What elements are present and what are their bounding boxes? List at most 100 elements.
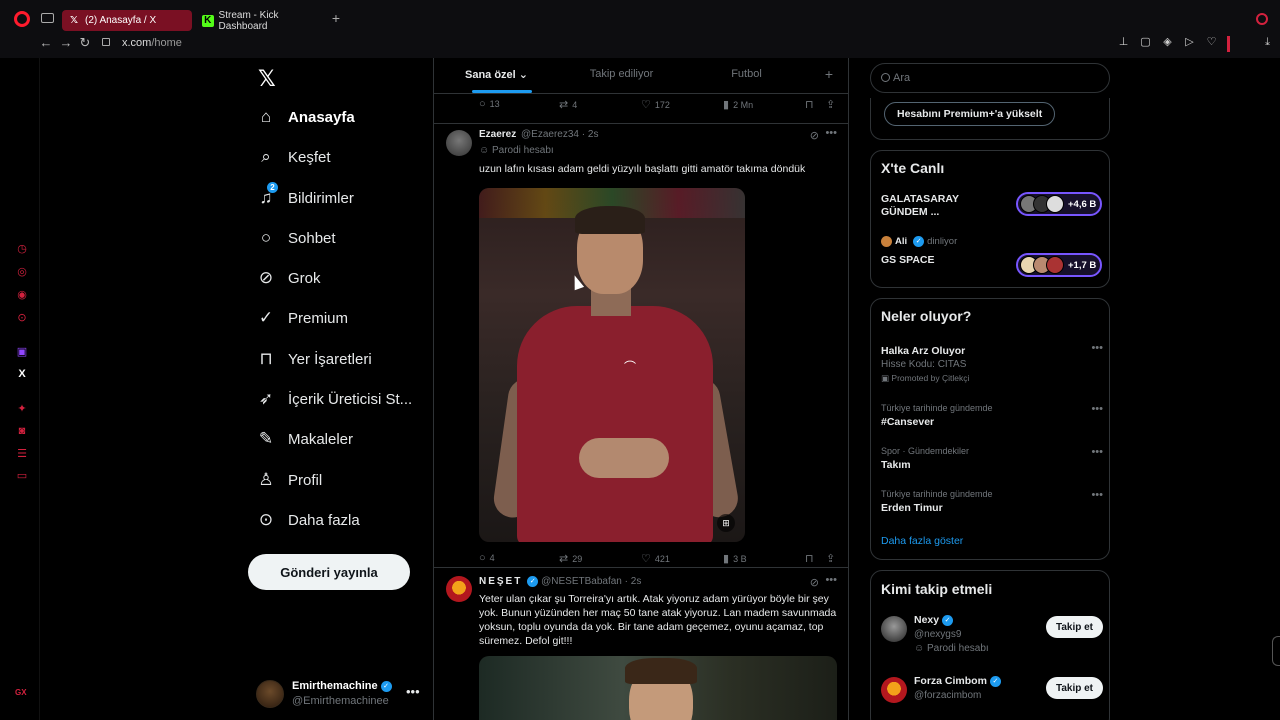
views-button[interactable]: ▮ 3 B xyxy=(723,552,747,565)
tweet-time[interactable]: 2s xyxy=(588,129,599,140)
reply-button[interactable]: ○ 13 xyxy=(479,98,500,110)
trend-item[interactable]: Türkiye tarihinde gündemde #Cansever ••• xyxy=(881,403,1103,428)
add-tab-plus-icon[interactable]: + xyxy=(809,58,848,93)
space-listeners-pill[interactable]: +1,7 B xyxy=(1016,253,1102,277)
url-field[interactable]: x.com/home xyxy=(122,37,182,49)
post-button[interactable]: Gönderi yayınla xyxy=(248,554,410,590)
more-dots-icon[interactable]: ••• xyxy=(1091,403,1103,415)
messenger-icon[interactable]: ◎ xyxy=(16,266,28,278)
like-button[interactable]: ♡ 421 xyxy=(641,552,670,565)
avatar[interactable] xyxy=(881,677,907,703)
tweet-author-name[interactable]: NEŞET xyxy=(479,576,522,587)
pin-icon[interactable]: ⊥ xyxy=(1117,36,1130,49)
trend-item[interactable]: Halka Arz Oluyor Hisse Kodu: CITAS ▣ Pro… xyxy=(881,342,1103,384)
nav-item-articles[interactable]: ✎ Makaleler xyxy=(256,424,353,454)
new-tab-plus-icon[interactable]: + xyxy=(329,11,343,25)
tweet[interactable]: NEŞET ✓ @NESETBabafan · 2s ⊘ ••• Yeter ul… xyxy=(434,568,848,720)
repost-button[interactable]: ⇄ 4 xyxy=(559,98,577,111)
download-icon[interactable]: ⤓ xyxy=(1261,36,1274,49)
timer-icon[interactable]: ◷ xyxy=(16,243,28,255)
player-icon[interactable]: ✦ xyxy=(16,403,28,415)
more-dots-icon[interactable]: ••• xyxy=(406,684,420,699)
bookmark-button[interactable]: ⊓ xyxy=(805,98,814,111)
follow-button[interactable]: Takip et xyxy=(1045,677,1103,699)
nav-item-grok[interactable]: ⊘ Grok xyxy=(256,263,321,293)
nav-item-creator-studio[interactable]: ➶ İçerik Üreticisi St... xyxy=(256,384,412,414)
avatar[interactable] xyxy=(446,130,472,156)
scroll-handle[interactable] xyxy=(1272,636,1280,666)
views-button[interactable]: ▮ 2 Mn xyxy=(723,98,753,111)
avatar[interactable] xyxy=(446,576,472,602)
nav-item-messages[interactable]: ○ Sohbet xyxy=(256,223,336,253)
nav-item-notifications[interactable]: ♫ 2 Bildirimler xyxy=(256,182,354,213)
trend-item[interactable]: Spor · Gündemdekiler Takım ••• xyxy=(881,446,1103,471)
tweet[interactable]: Ezaerez @Ezaerez34 · 2s ⊘ ••• ☺ Parodi h… xyxy=(434,124,848,568)
heart-icon[interactable]: ♡ xyxy=(1205,36,1218,49)
show-more-link[interactable]: Daha fazla göster xyxy=(881,535,963,547)
account-switcher[interactable]: Emirthemachine ✓ @Emirthemachinee ••• xyxy=(256,676,426,716)
follow-suggestion[interactable]: Forza Cimbom ✓ @forzacimbom Takip et xyxy=(881,675,1103,720)
image-edit-icon[interactable]: ⊞ xyxy=(717,514,735,532)
tab-for-you[interactable]: Sana özel ⌄ xyxy=(434,58,559,93)
share-button[interactable]: ⇪ xyxy=(826,98,835,111)
nav-label: Makaleler xyxy=(288,430,354,448)
repost-count: 29 xyxy=(572,553,583,564)
forward-arrow-icon[interactable]: → xyxy=(59,36,73,50)
browser-search-icon[interactable] xyxy=(1256,13,1268,25)
space-listeners-pill[interactable]: +4,6 B xyxy=(1016,192,1102,216)
trend-name: #Cansever xyxy=(881,416,935,428)
more-dots-icon[interactable]: ••• xyxy=(1091,489,1103,501)
avatar[interactable] xyxy=(881,616,907,642)
follow-suggestion[interactable]: Nexy ✓ @nexygs9 ☺ Parodi hesabı Takip et xyxy=(881,614,1103,664)
grok-icon[interactable]: ⊘ xyxy=(810,129,819,142)
x-sidebar-icon[interactable]: X xyxy=(16,368,28,380)
share-button[interactable]: ⇪ xyxy=(826,552,835,565)
x-logo-icon[interactable]: 𝕏 xyxy=(258,66,276,92)
more-dots-icon[interactable]: ••• xyxy=(825,127,837,139)
whatsapp-icon[interactable]: ◉ xyxy=(16,289,28,301)
nav-item-more[interactable]: ⊙ Daha fazla xyxy=(256,505,360,535)
play-icon[interactable]: ▷ xyxy=(1183,36,1196,49)
more-dots-icon[interactable]: ••• xyxy=(825,574,837,586)
more-dots-icon[interactable]: ••• xyxy=(1091,342,1103,354)
tab-overview-icon[interactable] xyxy=(41,13,54,23)
bookmark-button[interactable]: ⊓ xyxy=(805,552,814,565)
tweet-author-name[interactable]: Ezaerez xyxy=(479,129,516,140)
grok-icon[interactable]: ⊘ xyxy=(810,576,819,589)
nav-item-bookmarks[interactable]: ⊓ Yer İşaretleri xyxy=(256,344,371,374)
nav-item-premium[interactable]: ✓ Premium xyxy=(256,303,348,333)
tweet-time[interactable]: 2s xyxy=(631,576,642,587)
more-dots-icon[interactable]: ••• xyxy=(1091,446,1103,458)
photo-figure xyxy=(575,206,645,234)
tweet-author-handle[interactable]: @Ezaerez34 xyxy=(521,129,579,140)
history-icon[interactable]: ☰ xyxy=(16,448,28,460)
back-arrow-icon[interactable]: ← xyxy=(39,36,53,50)
instagram-icon[interactable]: ◙ xyxy=(16,425,28,437)
tab-following[interactable]: Takip ediliyor xyxy=(559,58,684,93)
settings-icon[interactable]: ▭ xyxy=(16,470,28,482)
timeline-tabs: Sana özel ⌄ Takip ediliyor Futbol + xyxy=(434,58,848,94)
reply-button[interactable]: ○ 4 xyxy=(479,552,495,564)
tab-football[interactable]: Futbol xyxy=(684,58,809,93)
nav-item-profile[interactable]: ♙ Profil xyxy=(256,465,322,495)
twitch-icon[interactable]: ▣ xyxy=(16,346,28,358)
tab-x-home[interactable]: 𝕏 (2) Anasayfa / X xyxy=(62,10,192,31)
extension-icon[interactable] xyxy=(1239,36,1252,49)
snapshot-icon[interactable]: ▢ xyxy=(1139,36,1152,49)
reload-icon[interactable]: ↻ xyxy=(78,36,92,50)
location-icon[interactable]: ⊙ xyxy=(16,312,28,324)
tweet-photo[interactable] xyxy=(479,656,837,720)
follow-button[interactable]: Takip et xyxy=(1045,616,1103,638)
search-input[interactable]: Ara xyxy=(870,63,1110,93)
tab-kick-dashboard[interactable]: K Stream - Kick Dashboard xyxy=(196,10,326,32)
repost-button[interactable]: ⇄ 29 xyxy=(559,552,582,565)
shield-icon[interactable]: ◈ xyxy=(1161,36,1174,49)
upgrade-premium-button[interactable]: Hesabını Premium+'a yükselt xyxy=(884,102,1056,126)
tweet-author-handle[interactable]: @NESETBabafan xyxy=(541,576,622,587)
like-button[interactable]: ♡ 172 xyxy=(641,98,670,111)
tweet-photo[interactable]: ⌒ ⊞ xyxy=(479,188,745,542)
nav-item-home[interactable]: ⌂ Anasayfa xyxy=(256,102,355,132)
trend-item[interactable]: Türkiye tarihinde gündemde Erden Timur •… xyxy=(881,489,1103,514)
nav-item-explore[interactable]: ⌕ Keşfet xyxy=(256,142,330,172)
opera-logo-icon[interactable] xyxy=(14,11,30,27)
